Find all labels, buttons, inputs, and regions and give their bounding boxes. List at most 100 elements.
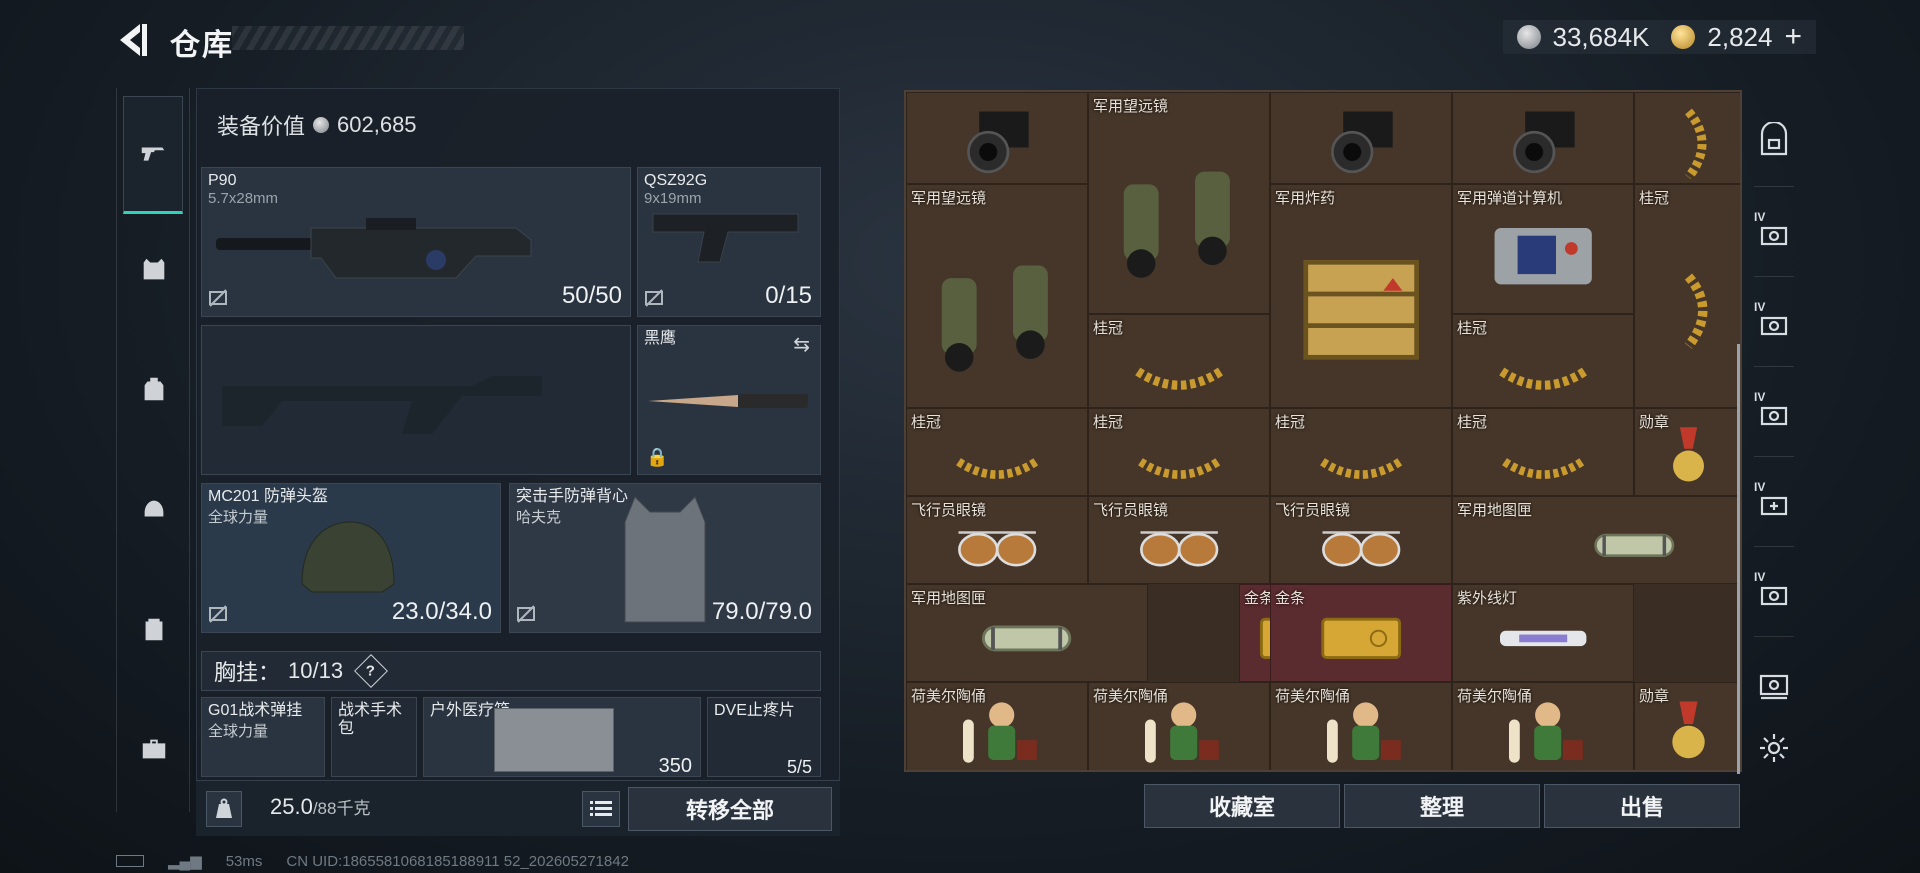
stash-item[interactable]: 飞行员眼镜 [1088, 496, 1270, 584]
rifle-silhouette-icon [222, 376, 542, 434]
stash-item[interactable]: 荷美尔陶俑 [1270, 682, 1452, 770]
stash-item-label: 桂冠 [1093, 414, 1124, 431]
stash-item[interactable]: 紫外线灯 [1452, 584, 1634, 682]
stash-item-label: 荷美尔陶俑 [1457, 688, 1533, 705]
stash-item-label: 军用望远镜 [1093, 98, 1169, 115]
secondary-weapon-slot-empty[interactable] [201, 325, 631, 475]
weight-max: /88千克 [312, 799, 371, 818]
tab-armor[interactable] [125, 240, 183, 298]
helmet-icon [144, 500, 164, 517]
primary-weapon-slot[interactable]: P90 5.7x28mm 50/50 [201, 167, 631, 317]
stash-item-label: 桂冠 [1639, 190, 1670, 207]
container-button-active[interactable] [1752, 662, 1796, 706]
help-button[interactable]: ? [354, 654, 389, 688]
stash-item[interactable]: 军用弹道计算机 [1452, 184, 1634, 314]
aviator-glasses-image [1139, 530, 1219, 567]
tab-clipboard[interactable] [125, 600, 183, 658]
stash-item[interactable]: 飞行员眼镜 [1270, 496, 1452, 584]
tab-weapons[interactable] [123, 96, 183, 214]
container-button-5[interactable]: IV [1752, 570, 1796, 616]
rig-item-name: DVE止疼片 [714, 702, 795, 719]
stash-item-label: 军用炸药 [1275, 190, 1336, 207]
stash-item[interactable]: 军用炸药 [1270, 184, 1452, 408]
ammo-count: 0/15 [765, 282, 812, 309]
stash-item[interactable]: 军用地图匣 [906, 584, 1148, 682]
insurance-icon [516, 604, 536, 624]
tab-helmet[interactable] [125, 480, 183, 538]
stash-item[interactable]: 军用望远镜 [906, 184, 1088, 408]
stash-item[interactable]: 军用望远镜 [1088, 92, 1270, 314]
sidearm-name: QSZ92G [644, 172, 708, 189]
stash-item[interactable]: 勋章 [1634, 682, 1740, 770]
weight-current: 25.0 [270, 794, 313, 819]
back-button[interactable] [112, 18, 152, 62]
hummel-figurine-image [1326, 702, 1401, 764]
insurance-icon [208, 288, 228, 308]
transfer-all-button[interactable]: 转移全部 [628, 787, 832, 831]
ammo-count: 50/50 [561, 282, 622, 309]
stash-item[interactable]: 桂冠 [906, 408, 1088, 496]
safe-box-button[interactable] [1752, 118, 1796, 162]
stash-item-label: 飞行员眼镜 [1275, 502, 1351, 519]
stash-item[interactable]: 荷美尔陶俑 [1452, 682, 1634, 770]
armor-name: 突击手防弹背心 [516, 488, 629, 505]
sidearm-slot[interactable]: QSZ92G 9x19mm 0/15 [637, 167, 821, 317]
hummel-figurine-image [1508, 702, 1583, 764]
melee-slot[interactable]: 黑鹰 ⇆ 🔒 [637, 325, 821, 475]
list-view-button[interactable] [582, 791, 620, 827]
stash-item-label: 勋章 [1639, 414, 1670, 431]
container-button-4[interactable]: IV [1752, 480, 1796, 526]
collection-room-button[interactable]: 收藏室 [1144, 784, 1340, 828]
container-button-1[interactable]: IV [1752, 210, 1796, 256]
stash-item[interactable]: 荷美尔陶俑 [1088, 682, 1270, 770]
hummel-figurine-image [1144, 702, 1219, 764]
chest-rig-label: 胸挂： [214, 660, 281, 685]
silver-coin-icon [1516, 25, 1541, 49]
stash-scrollbar[interactable] [1737, 344, 1740, 774]
stash-item[interactable]: 飞行员眼镜 [906, 496, 1088, 584]
sell-button[interactable]: 出售 [1544, 784, 1740, 828]
stash-item[interactable]: 荷美尔陶俑 [906, 682, 1088, 770]
sort-button[interactable]: 整理 [1344, 784, 1540, 828]
stash-item[interactable]: 桂冠 [1634, 184, 1740, 408]
container-button-2[interactable]: IV [1752, 300, 1796, 346]
binoculars-image [1123, 171, 1230, 278]
stash-item-label: 桂冠 [1275, 414, 1306, 431]
tab-briefcase[interactable] [125, 720, 183, 778]
stash-item[interactable]: 勋章 [1634, 408, 1740, 496]
stash-item[interactable]: 军用地图匣 [1452, 496, 1740, 584]
stash-item[interactable]: 桂冠 [1452, 314, 1634, 408]
settings-button[interactable] [1752, 726, 1796, 770]
rig-item-g01[interactable]: G01战术弹挂 全球力量 [201, 697, 325, 777]
rig-item-surgery-kit[interactable]: 战术手术包 [331, 697, 417, 777]
stash-item[interactable]: 金条 [1270, 584, 1452, 682]
stash-item[interactable] [1270, 92, 1452, 184]
stash-item[interactable]: 桂冠 [1088, 408, 1270, 496]
stash-item[interactable]: 桂冠 [1088, 314, 1270, 408]
add-currency-button[interactable]: + [1784, 20, 1802, 54]
laurel-wreath-image [1685, 272, 1708, 349]
swap-icon[interactable]: ⇆ [793, 332, 810, 357]
right-container-rail: IV IV IV IV IV [1746, 90, 1804, 780]
stash-item[interactable]: 桂冠 [1452, 408, 1634, 496]
stash-item[interactable] [1452, 92, 1634, 184]
stash-item-label: 桂冠 [1093, 320, 1124, 337]
armor-slot[interactable]: 突击手防弹背心 哈夫克 79.0/79.0 [509, 483, 821, 633]
insurance-icon [644, 288, 664, 308]
laurel-wreath-image [1135, 367, 1223, 390]
medkit-image [494, 708, 614, 772]
stash-item[interactable] [1634, 92, 1740, 184]
stash-item[interactable] [906, 92, 1088, 184]
stash-item[interactable]: 桂冠 [1270, 408, 1452, 496]
p90-weapon-image [216, 218, 532, 279]
weapon-caliber: 5.7x28mm [208, 190, 279, 207]
weight-icon [206, 791, 242, 827]
rig-item-painkillers[interactable]: DVE止疼片 5/5 [707, 697, 821, 777]
container-button-3[interactable]: IV [1752, 390, 1796, 436]
chest-rig-header: 胸挂： 10/13 ? [201, 651, 821, 691]
rig-item-medkit[interactable]: 户外医疗箱 350 [423, 697, 701, 777]
helmet-slot[interactable]: MC201 防弹头盔 全球力量 23.0/34.0 [201, 483, 501, 633]
back-arrow-icon [120, 24, 147, 56]
uv-lamp-image [1499, 631, 1587, 647]
tab-backpack[interactable] [125, 360, 183, 418]
